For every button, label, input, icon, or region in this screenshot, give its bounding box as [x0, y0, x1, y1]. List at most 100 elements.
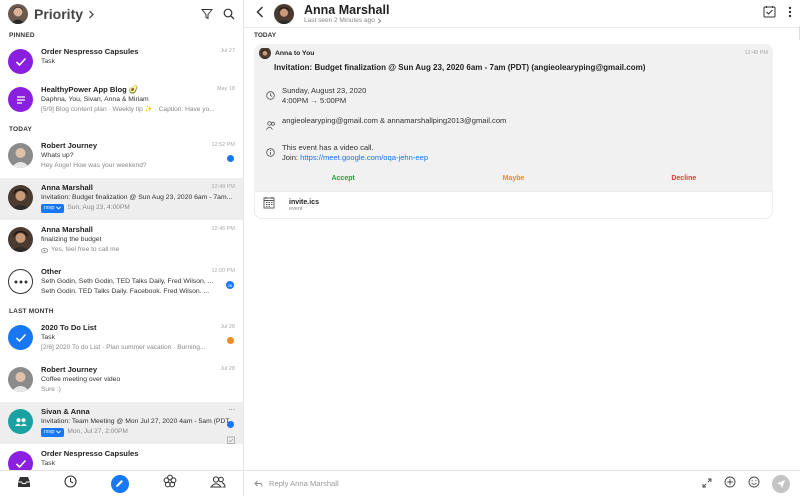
unread-dot	[227, 155, 234, 162]
pencil-icon	[116, 480, 124, 487]
message-time: 12:48 PM	[744, 50, 768, 56]
section-last-month: LAST MONTH	[9, 307, 54, 315]
last-seen: Last seen 2 Minutes ago	[304, 17, 389, 24]
list-item[interactable]: Other Seth Godin, Seth Godin, TED Talks …	[0, 262, 243, 304]
back-icon[interactable]	[256, 5, 264, 23]
event-date: Sunday, August 23, 2020	[282, 86, 367, 95]
chevron-right-icon[interactable]	[88, 10, 95, 19]
task-check-icon	[8, 325, 33, 350]
list-item[interactable]: Robert Journey Coffee meeting over video…	[0, 360, 243, 402]
item-preview: Hey Ange! How was your weekend?	[41, 162, 147, 169]
list-item[interactable]: Order Nespresso Capsules Task Jul 27	[0, 42, 243, 80]
more-dots-icon	[8, 269, 33, 294]
item-preview: [2/6] 2020 To do List · Plan summer vaca…	[41, 344, 206, 351]
item-subtitle: Task	[41, 460, 55, 467]
maybe-button[interactable]: Maybe	[428, 175, 598, 182]
unread-dot	[227, 421, 234, 428]
event-time: Mon, Jul 27, 2:00PM	[67, 428, 128, 435]
rsvp-badge[interactable]: rsvp	[41, 427, 65, 437]
list-item[interactable]: Anna Marshall finalizing the budget Yes,…	[0, 220, 243, 262]
group-avatar-icon	[8, 409, 33, 434]
chevron-right-icon	[377, 17, 382, 24]
filter-icon[interactable]	[201, 8, 213, 20]
invitation-title: Invitation: Budget finalization @ Sun Au…	[274, 63, 646, 72]
contact-avatar[interactable]	[274, 3, 294, 24]
meet-link[interactable]: https://meet.google.com/oqa-jehn-eep	[300, 153, 428, 162]
emoji-icon[interactable]	[748, 475, 760, 493]
expand-icon[interactable]	[702, 475, 712, 493]
seen-eye-icon	[41, 247, 48, 253]
attachment[interactable]: invite.ics event	[254, 191, 773, 219]
item-time: Jul 28	[220, 324, 235, 330]
contact-name: Anna Marshall	[304, 3, 390, 17]
list-item[interactable]: Sivan & Anna Invitation: Team Meeting @ …	[0, 402, 243, 444]
join-label: Join:	[282, 153, 301, 162]
list-item[interactable]: Robert Journey Whats up? Hey Ange! How w…	[0, 136, 243, 178]
reply-bar: Reply Anna Marshall	[244, 470, 800, 496]
item-name: HealthyPower App Blog 🥑	[41, 85, 139, 94]
item-subtitle: Task	[41, 334, 55, 341]
item-subtitle: Coffee meeting over video	[41, 376, 121, 383]
item-preview: Sure :)	[41, 386, 61, 393]
clock-icon[interactable]	[64, 474, 77, 493]
item-preview: Yes, feel free to call me	[41, 245, 235, 255]
contacts-icon[interactable]	[210, 475, 226, 493]
sender-avatar	[259, 47, 271, 59]
item-name: Robert Journey	[41, 365, 98, 374]
compose-button[interactable]	[110, 474, 129, 493]
item-preview: [5/9] Blog content plan · Weekly tip ✨ ·…	[41, 106, 215, 113]
item-time: 12:46 PM	[211, 226, 235, 232]
calendar-check-icon[interactable]	[763, 5, 776, 23]
rsvp-badge[interactable]: rsvp	[41, 203, 65, 213]
clock-icon	[266, 87, 276, 105]
item-subtitle: Whats up?	[41, 152, 74, 159]
search-icon[interactable]	[223, 8, 235, 20]
list-item[interactable]: HealthyPower App Blog 🥑 Daphna, You, Siv…	[0, 80, 243, 122]
item-more-menu[interactable]: ...	[228, 403, 235, 412]
people-icon	[266, 117, 276, 135]
list-item[interactable]: Order Nespresso Capsules Task	[0, 444, 243, 470]
sender-label: Anna to You	[275, 49, 315, 57]
send-button[interactable]	[772, 474, 790, 493]
item-time: 12:48 PM	[211, 184, 235, 190]
chevron-down-icon	[56, 430, 62, 434]
item-preview: Seth Godin. TED Talks Daily. Facebook. F…	[41, 288, 210, 295]
conversation-title[interactable]: Anna Marshall Last seen 2 Minutes ago	[304, 3, 389, 24]
folder-title[interactable]: Priority	[34, 6, 83, 22]
attachment-type: event	[289, 205, 303, 212]
rsvp-label: rsvp	[44, 429, 55, 435]
invitation-message: Anna to You 12:48 PM Invitation: Budget …	[254, 44, 773, 219]
item-time: 12:00 PM	[211, 268, 235, 274]
item-name: Anna Marshall	[41, 183, 93, 192]
list-item[interactable]: 2020 To Do List Task [2/6] 2020 To do Li…	[0, 318, 243, 360]
avatar	[8, 367, 33, 392]
section-today: TODAY	[9, 125, 33, 133]
unread-dot	[227, 337, 234, 344]
item-time: Jul 28	[220, 366, 235, 372]
add-icon[interactable]	[724, 475, 736, 493]
message-header: Anna to You 12:48 PM	[254, 44, 773, 62]
reply-arrow-icon	[254, 475, 263, 493]
item-name: Robert Journey	[41, 141, 98, 150]
decline-button[interactable]: Decline	[599, 175, 769, 182]
item-subtitle: Daphna, You, Sivan, Anna & Miriam	[41, 96, 149, 103]
item-time: Jul 27	[220, 48, 235, 54]
item-subtitle: Invitation: Budget finalization @ Sun Au…	[41, 194, 233, 201]
inbox-icon[interactable]	[17, 475, 31, 493]
more-vertical-icon[interactable]	[788, 5, 792, 23]
app-window: Priority PINNED Order Nespresso Capsules…	[0, 0, 800, 496]
avatar	[8, 227, 33, 252]
item-preview: rsvp Mon, Jul 27, 2:00PM	[41, 427, 235, 437]
accept-button[interactable]: Accept	[258, 175, 428, 182]
avatar	[8, 143, 33, 168]
item-subtitle: Invitation: Team Meeting @ Mon Jul 27, 2…	[41, 418, 235, 425]
section-pinned: PINNED	[9, 31, 35, 39]
item-name: Sivan & Anna	[41, 407, 90, 416]
reply-input[interactable]: Reply Anna Marshall	[269, 479, 339, 488]
item-preview: rsvp Sun, Aug 23, 4:00PM	[41, 203, 235, 213]
flower-icon[interactable]	[163, 474, 177, 493]
user-avatar[interactable]	[8, 4, 28, 24]
task-check-icon	[8, 451, 33, 470]
send-icon	[777, 479, 785, 488]
list-item[interactable]: Anna Marshall Invitation: Budget finaliz…	[0, 178, 243, 220]
